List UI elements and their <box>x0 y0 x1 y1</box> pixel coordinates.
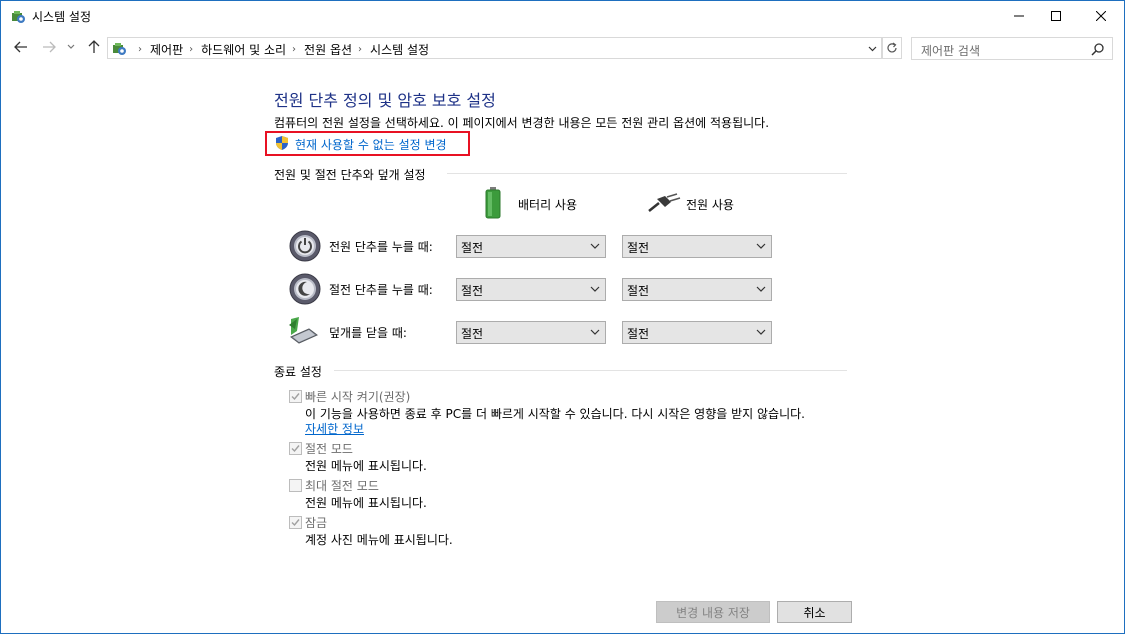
breadcrumb: › 제어판 › 하드웨어 및 소리 › 전원 옵션 › 시스템 설정 <box>132 41 429 58</box>
lock-checkbox[interactable] <box>289 516 302 529</box>
lid-close-label: 덮개를 닫을 때: <box>329 326 407 340</box>
chevron-down-icon <box>868 46 876 52</box>
chevron-down-icon <box>590 243 600 249</box>
section-divider <box>447 173 847 174</box>
power-button-plugged-select[interactable]: 절전 <box>622 235 772 258</box>
select-value: 절전 <box>627 284 650 298</box>
plugged-column-header: 전원 사용 <box>686 198 734 212</box>
power-button-icon <box>289 230 321 262</box>
lid-close-icon <box>289 317 318 344</box>
refresh-icon <box>887 42 897 53</box>
power-button-label: 전원 단추를 누를 때: <box>329 240 433 254</box>
battery-icon <box>485 187 501 219</box>
maximize-button[interactable] <box>1033 1 1079 31</box>
forward-arrow-icon <box>43 41 56 53</box>
search-icon[interactable] <box>1091 42 1105 56</box>
breadcrumb-separator-icon[interactable]: › <box>189 44 193 55</box>
checkmark-icon <box>291 393 300 401</box>
back-button[interactable] <box>12 38 30 56</box>
lock-label: 잠금 <box>305 516 328 530</box>
power-plug-icon <box>648 193 681 212</box>
hibernate-checkbox[interactable] <box>289 479 302 492</box>
page-description: 컴퓨터의 전원 설정을 선택하세요. 이 페이지에서 변경한 내용은 모든 전원… <box>274 116 770 130</box>
select-value: 절전 <box>461 284 484 298</box>
select-value: 절전 <box>461 327 484 341</box>
close-button[interactable] <box>1078 1 1124 31</box>
breadcrumb-separator-icon: › <box>138 44 142 55</box>
checkmark-icon <box>291 519 300 527</box>
sleep-mode-checkbox[interactable] <box>289 442 302 455</box>
sleep-button-plugged-select[interactable]: 절전 <box>622 278 772 301</box>
page-title: 전원 단추 정의 및 암호 보호 설정 <box>274 91 496 110</box>
refresh-button[interactable] <box>882 37 902 59</box>
select-value: 절전 <box>461 241 484 255</box>
fast-startup-checkbox[interactable] <box>289 390 302 403</box>
window-title: 시스템 설정 <box>32 10 92 24</box>
chevron-down-icon <box>590 329 600 335</box>
address-dropdown-button[interactable] <box>865 42 879 56</box>
sleep-button-battery-select[interactable]: 절전 <box>456 278 606 301</box>
fast-startup-label: 빠른 시작 켜기(권장) <box>305 390 411 404</box>
breadcrumb-item-system-settings[interactable]: 시스템 설정 <box>370 41 429 58</box>
breadcrumb-item-control-panel[interactable]: 제어판 <box>150 41 183 58</box>
section-title-shutdown: 종료 설정 <box>274 365 322 379</box>
forward-button[interactable] <box>40 38 58 56</box>
section-divider <box>334 370 847 371</box>
breadcrumb-separator-icon[interactable]: › <box>292 44 296 55</box>
more-info-link[interactable]: 자세한 정보 <box>305 420 364 437</box>
lid-close-plugged-select[interactable]: 절전 <box>622 321 772 344</box>
breadcrumb-item-power-options[interactable]: 전원 옵션 <box>304 41 352 58</box>
sleep-mode-description: 전원 메뉴에 표시됩니다. <box>305 459 427 473</box>
search-box[interactable]: 제어판 검색 <box>911 37 1113 60</box>
chevron-down-icon <box>756 243 766 249</box>
close-icon <box>1096 11 1106 21</box>
chevron-down-icon <box>756 329 766 335</box>
back-arrow-icon <box>14 41 27 53</box>
hibernate-label: 최대 절전 모드 <box>305 479 379 493</box>
chevron-down-icon <box>67 44 75 49</box>
maximize-icon <box>1051 11 1061 21</box>
system-settings-window: 시스템 설정 › 제어판 › 하드웨어 및 소리 › 전원 옵션 › 시스템 설… <box>0 0 1125 634</box>
lid-close-battery-select[interactable]: 절전 <box>456 321 606 344</box>
battery-column-header: 배터리 사용 <box>518 198 578 212</box>
power-options-icon <box>12 11 25 23</box>
recent-locations-button[interactable] <box>65 38 77 56</box>
change-unavailable-settings-link[interactable]: 현재 사용할 수 없는 설정 변경 <box>295 136 447 153</box>
power-button-battery-select[interactable]: 절전 <box>456 235 606 258</box>
hibernate-description: 전원 메뉴에 표시됩니다. <box>305 496 427 510</box>
breadcrumb-separator-icon[interactable]: › <box>358 44 362 55</box>
sleep-button-label: 절전 단추를 누를 때: <box>329 283 433 297</box>
uac-shield-icon <box>276 136 288 150</box>
address-bar[interactable]: › 제어판 › 하드웨어 및 소리 › 전원 옵션 › 시스템 설정 <box>107 37 882 59</box>
chevron-down-icon <box>756 286 766 292</box>
search-input[interactable]: 제어판 검색 <box>921 42 980 59</box>
minimize-icon <box>1014 15 1024 17</box>
save-changes-button[interactable]: 변경 내용 저장 <box>656 601 770 623</box>
section-title-buttons: 전원 및 절전 단추와 덮개 설정 <box>274 168 426 182</box>
cancel-button[interactable]: 취소 <box>777 601 852 623</box>
breadcrumb-item-hardware-sound[interactable]: 하드웨어 및 소리 <box>201 41 286 58</box>
checkmark-icon <box>291 445 300 453</box>
chevron-down-icon <box>590 286 600 292</box>
title-bar: 시스템 설정 <box>1 1 1124 32</box>
lock-description: 계정 사진 메뉴에 표시됩니다. <box>305 533 453 547</box>
select-value: 절전 <box>627 241 650 255</box>
up-arrow-icon <box>88 40 100 53</box>
sleep-mode-label: 절전 모드 <box>305 442 353 456</box>
control-panel-icon <box>113 43 126 55</box>
up-button[interactable] <box>85 38 103 56</box>
select-value: 절전 <box>627 327 650 341</box>
sleep-button-icon <box>289 273 321 305</box>
fast-startup-description: 이 기능을 사용하면 종료 후 PC를 더 빠르게 시작할 수 있습니다. 다시… <box>305 407 805 421</box>
